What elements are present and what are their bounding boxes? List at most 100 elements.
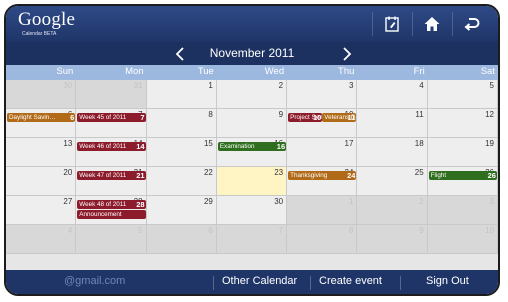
edit-calendar-icon bbox=[385, 16, 399, 32]
day-cell[interactable]: 1 bbox=[146, 80, 217, 109]
day-number: 4 bbox=[67, 226, 73, 235]
event-day-number: 14 bbox=[136, 142, 145, 151]
event-day-number: 21 bbox=[136, 171, 145, 180]
day-number: 25 bbox=[414, 168, 424, 177]
event-chip[interactable]: Week 46 of 2011 14 bbox=[77, 142, 146, 151]
next-month-button[interactable] bbox=[335, 42, 359, 65]
event-day-number: 7 bbox=[140, 113, 145, 122]
event-chip[interactable]: Week 45 of 2011 7 bbox=[77, 113, 146, 122]
event-title: Examination bbox=[219, 143, 255, 150]
event-chip[interactable]: Veterans Day11 bbox=[322, 113, 357, 122]
day-cell[interactable]: 2 bbox=[357, 196, 428, 225]
day-cell[interactable]: 15 bbox=[146, 138, 217, 167]
weekday-label: Sun bbox=[56, 66, 74, 77]
day-number: 12 bbox=[485, 110, 494, 119]
event-chip[interactable]: Week 48 of 2011 28 bbox=[77, 200, 146, 209]
day-number: 30 bbox=[63, 81, 73, 90]
event-chip[interactable]: Examination 16 bbox=[217, 142, 287, 151]
day-cell[interactable]: 2 bbox=[216, 80, 288, 109]
home-button[interactable] bbox=[412, 9, 452, 39]
day-number: 8 bbox=[208, 110, 213, 119]
day-cell[interactable]: 9 bbox=[357, 225, 428, 254]
day-number: 9 bbox=[278, 110, 284, 119]
day-cell[interactable]: 12 bbox=[427, 109, 498, 138]
create-event-button[interactable]: Create event bbox=[319, 275, 382, 287]
event-chip[interactable]: Flight 26 bbox=[428, 171, 497, 180]
day-number: 7 bbox=[278, 226, 284, 235]
footer-divider bbox=[310, 276, 311, 290]
event-chip[interactable]: Daylight Savin… 6 bbox=[7, 113, 76, 122]
day-cell[interactable]: 19 bbox=[427, 138, 498, 167]
day-number: 15 bbox=[203, 139, 213, 148]
event-day-number: 11 bbox=[347, 113, 356, 122]
day-cell[interactable]: 5 bbox=[76, 225, 147, 254]
day-cell[interactable]: 11 bbox=[357, 109, 428, 138]
event-title: Week 45 of 2011 bbox=[79, 114, 127, 121]
event-chip[interactable]: Project Seminar10 bbox=[288, 113, 323, 122]
weekday-label: Tue bbox=[197, 66, 214, 77]
day-cell[interactable]: 8 bbox=[146, 109, 217, 138]
chevron-right-icon bbox=[343, 46, 352, 61]
day-cell[interactable]: 31 bbox=[76, 80, 147, 109]
event-day-number: 26 bbox=[487, 171, 496, 180]
day-number: 30 bbox=[274, 197, 284, 206]
back-button[interactable] bbox=[452, 9, 492, 39]
day-number: 8 bbox=[348, 226, 354, 235]
day-number: 20 bbox=[63, 168, 73, 177]
top-bar: Google Calendar BETA bbox=[6, 6, 498, 42]
day-cell[interactable]: 25 bbox=[357, 167, 428, 196]
weekday-label: Mon bbox=[125, 66, 144, 77]
event-day-number: 28 bbox=[136, 200, 145, 209]
day-cell-today[interactable]: 23 bbox=[216, 167, 288, 196]
logo-text: Google bbox=[18, 9, 76, 30]
day-cell[interactable]: 4 bbox=[357, 80, 428, 109]
day-cell[interactable]: 3 bbox=[287, 80, 358, 109]
day-cell[interactable]: 10 bbox=[427, 225, 498, 254]
day-number: 2 bbox=[419, 197, 424, 206]
day-number: 29 bbox=[203, 197, 213, 206]
footer-bar: @gmail.com Other Calendar Create event S… bbox=[6, 270, 498, 294]
day-cell[interactable]: 22 bbox=[146, 167, 217, 196]
day-number: 2 bbox=[278, 81, 284, 90]
day-cell[interactable]: 29 bbox=[146, 196, 217, 225]
footer-divider bbox=[213, 276, 214, 290]
event-title: Announcement bbox=[79, 211, 122, 218]
event-chip[interactable]: Week 47 of 2011 21 bbox=[77, 171, 146, 180]
weekday-header-row: Sun Mon Tue Wed Thu Fri Sat bbox=[6, 65, 498, 80]
day-cell[interactable]: 27 bbox=[6, 196, 77, 225]
sign-out-button[interactable]: Sign Out bbox=[426, 275, 469, 287]
day-cell[interactable]: 8 bbox=[287, 225, 358, 254]
event-chip[interactable]: Thanksgiving 24 bbox=[288, 171, 357, 180]
day-number: 1 bbox=[348, 197, 354, 206]
day-number: 3 bbox=[489, 197, 494, 206]
event-title: Thanksgiving bbox=[290, 172, 328, 179]
day-cell[interactable]: 1 bbox=[287, 196, 358, 225]
day-cell[interactable]: 7 bbox=[216, 225, 288, 254]
event-day-number: 10 bbox=[312, 113, 322, 122]
day-number: 11 bbox=[415, 110, 424, 119]
day-cell[interactable]: 30 bbox=[216, 196, 288, 225]
day-cell[interactable]: 5 bbox=[427, 80, 498, 109]
day-cell[interactable]: 4 bbox=[6, 225, 77, 254]
event-chip[interactable]: Announcement bbox=[77, 210, 146, 219]
back-icon bbox=[464, 18, 480, 31]
weekday-label: Thu bbox=[338, 66, 355, 77]
day-cell[interactable]: 20 bbox=[6, 167, 77, 196]
day-number: 4 bbox=[419, 81, 424, 90]
day-cell[interactable]: 30 bbox=[6, 80, 77, 109]
event-title: Week 48 of 2011 bbox=[79, 201, 127, 208]
day-cell[interactable]: 6 bbox=[146, 225, 217, 254]
other-calendar-button[interactable]: Other Calendar bbox=[222, 275, 297, 287]
day-cell[interactable]: 9 bbox=[216, 109, 288, 138]
day-number: 1 bbox=[208, 81, 213, 90]
day-number: 10 bbox=[485, 226, 494, 235]
day-cell[interactable]: 18 bbox=[357, 138, 428, 167]
edit-calendar-button[interactable] bbox=[372, 9, 412, 39]
day-number: 18 bbox=[414, 139, 424, 148]
day-cell[interactable]: 13 bbox=[6, 138, 77, 167]
day-cell[interactable]: 17 bbox=[287, 138, 358, 167]
day-number: 6 bbox=[208, 226, 213, 235]
day-number: 19 bbox=[485, 139, 494, 148]
footer-divider bbox=[400, 276, 401, 290]
day-cell[interactable]: 3 bbox=[427, 196, 498, 225]
